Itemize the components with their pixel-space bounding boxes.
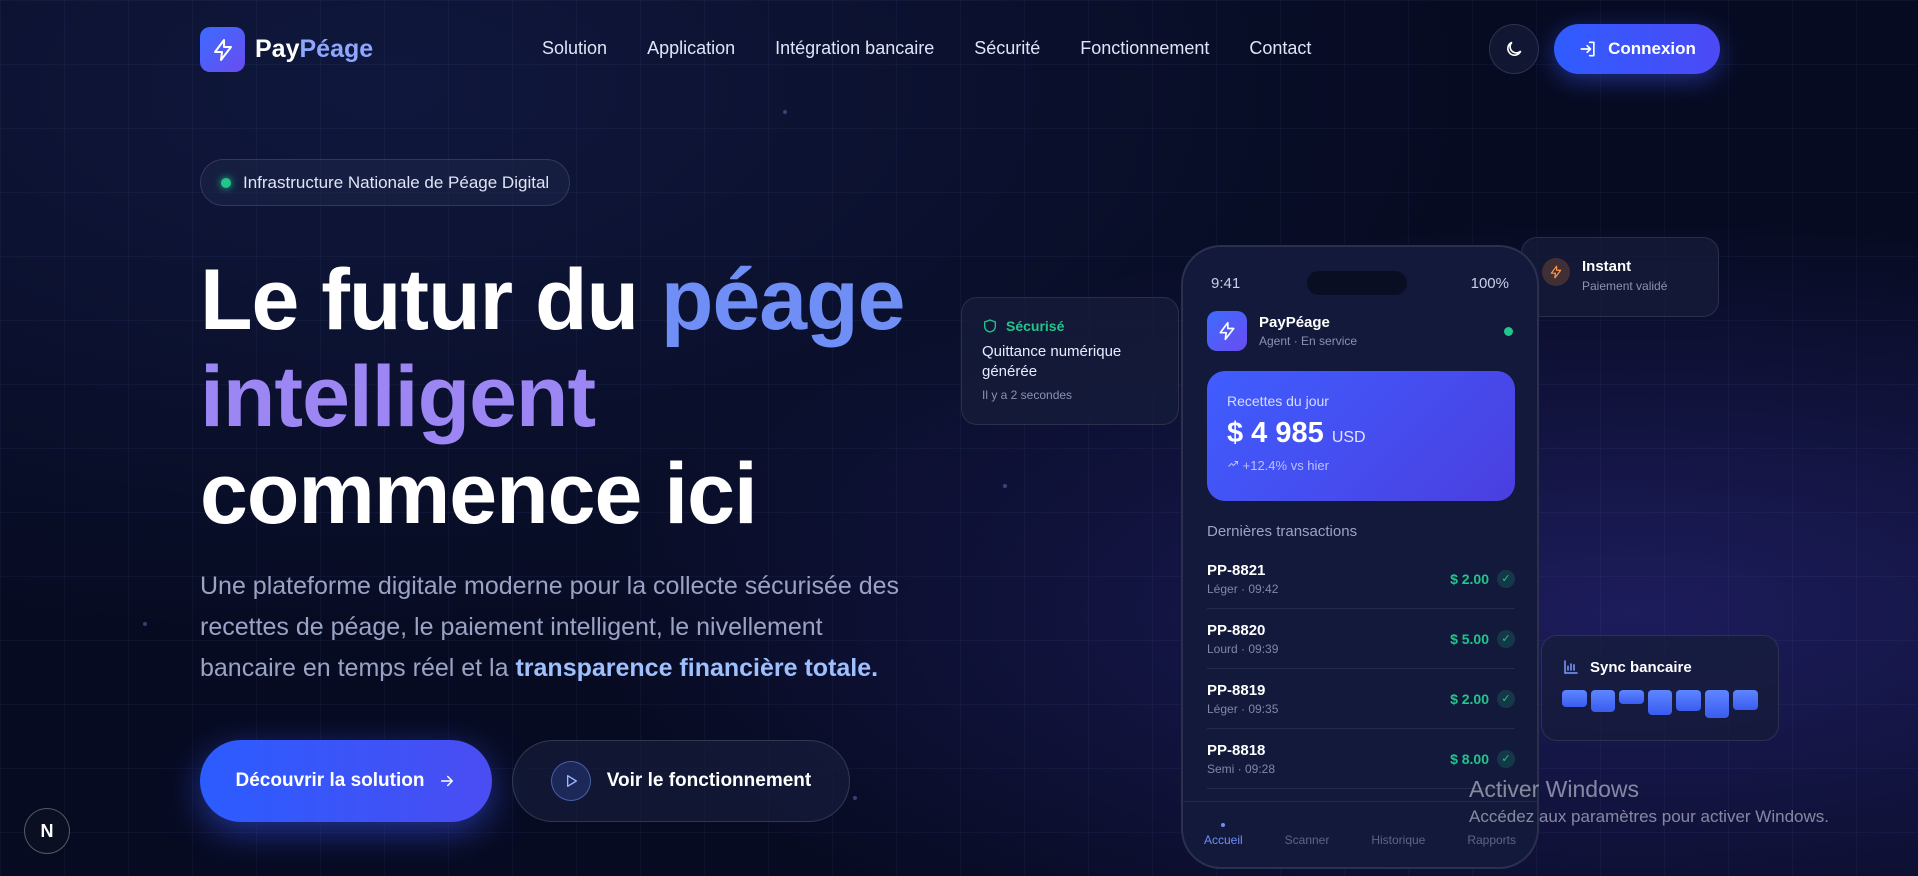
login-button[interactable]: Connexion bbox=[1554, 24, 1720, 74]
secure-card-message: Quittance numérique générée bbox=[982, 343, 1122, 380]
bolt-icon bbox=[1207, 311, 1247, 351]
sync-card-title: Sync bancaire bbox=[1590, 658, 1692, 676]
lightning-icon bbox=[1542, 258, 1570, 286]
app-header: PayPéage Agent · En service bbox=[1207, 311, 1513, 351]
check-icon: ✓ bbox=[1497, 749, 1515, 768]
windows-activation-title: Activer Windows bbox=[1469, 776, 1639, 802]
instant-card-title: Instant bbox=[1582, 258, 1632, 275]
transaction-amount: $ 8.00 bbox=[1450, 750, 1489, 767]
check-icon: ✓ bbox=[1497, 569, 1515, 588]
tab-rapports[interactable]: Rapports bbox=[1467, 833, 1516, 847]
revenue-label: Recettes du jour bbox=[1227, 393, 1329, 409]
hero-highlight: transparence financière totale. bbox=[515, 654, 879, 682]
revenue-amount: $ 4 985 USD bbox=[1227, 417, 1366, 449]
tab-historique[interactable]: Historique bbox=[1371, 833, 1425, 847]
nav-link-solution[interactable]: Solution bbox=[542, 38, 607, 59]
transaction-id: PP-8819 bbox=[1207, 681, 1266, 699]
transaction-meta: Léger · 09:35 bbox=[1207, 701, 1279, 716]
revenue-trend: +12.4% vs hier bbox=[1227, 458, 1495, 473]
tab-accueil[interactable]: Accueil bbox=[1204, 822, 1243, 847]
online-indicator bbox=[1504, 327, 1513, 336]
transaction-id: PP-8821 bbox=[1207, 561, 1266, 579]
discover-solution-button[interactable]: Découvrir la solution bbox=[200, 740, 492, 822]
brand-name: PayPéage bbox=[255, 35, 374, 63]
transaction-row[interactable]: PP-8819 Léger · 09:35 $ 2.00 ✓ bbox=[1207, 669, 1515, 729]
app-name: PayPéage bbox=[1259, 314, 1330, 331]
transaction-meta: Léger · 09:42 bbox=[1207, 581, 1279, 596]
play-icon bbox=[550, 761, 591, 801]
transaction-amount: $ 2.00 bbox=[1450, 690, 1489, 707]
transaction-meta: Lourd · 09:39 bbox=[1207, 641, 1279, 656]
particle bbox=[1003, 484, 1007, 488]
hero-badge: Infrastructure Nationale de Péage Digita… bbox=[200, 159, 571, 206]
moon-icon bbox=[1507, 41, 1522, 56]
arrow-right-icon bbox=[441, 775, 454, 787]
tab-scanner[interactable]: Scanner bbox=[1285, 833, 1330, 847]
sync-bar bbox=[1733, 690, 1759, 710]
windows-activation-subtitle: Accédez aux paramètres pour activer Wind… bbox=[1469, 807, 1829, 826]
hero-headline: Le futur du péage intelligent commence i… bbox=[200, 252, 905, 542]
brand-logo[interactable]: PayPéage bbox=[200, 27, 373, 72]
transactions-title: Dernières transactions bbox=[1207, 523, 1358, 540]
sync-bar bbox=[1704, 690, 1730, 718]
shield-icon bbox=[984, 319, 996, 333]
sync-bar bbox=[1562, 690, 1587, 707]
check-icon: ✓ bbox=[1497, 629, 1515, 648]
particle bbox=[853, 796, 857, 800]
transaction-meta: Semi · 09:28 bbox=[1207, 761, 1276, 776]
transaction-id: PP-8818 bbox=[1207, 741, 1266, 759]
particle bbox=[143, 622, 147, 626]
instant-card-subtitle: Paiement validé bbox=[1582, 279, 1668, 293]
sync-bar bbox=[1619, 690, 1644, 704]
check-icon: ✓ bbox=[1497, 689, 1515, 708]
particle bbox=[783, 110, 787, 114]
transaction-amount: $ 5.00 bbox=[1450, 630, 1489, 647]
cta-secondary-label: Voir le fonctionnement bbox=[606, 770, 812, 791]
nav-link-securite[interactable]: Sécurité bbox=[974, 38, 1040, 59]
sync-bars bbox=[1562, 690, 1759, 718]
windows-activation-watermark: Activer Windows Accédez aux paramètres p… bbox=[1469, 776, 1829, 827]
instant-payment-card: Instant Paiement validé bbox=[1521, 237, 1719, 317]
nav-link-contact[interactable]: Contact bbox=[1249, 38, 1311, 59]
sync-bar bbox=[1590, 690, 1616, 712]
login-label: Connexion bbox=[1608, 39, 1696, 58]
bar-chart-icon bbox=[1564, 660, 1578, 674]
secure-card-title: Sécurisé bbox=[1006, 318, 1065, 334]
dev-indicator-badge[interactable]: N bbox=[24, 808, 70, 854]
theme-toggle-button[interactable] bbox=[1489, 24, 1539, 74]
hero-description: Une plateforme digitale moderne pour la … bbox=[200, 572, 899, 682]
transaction-row[interactable]: PP-8821 Léger · 09:42 $ 2.00 ✓ bbox=[1207, 549, 1515, 609]
transactions-list: PP-8821 Léger · 09:42 $ 2.00 ✓ PP-8820 Lour… bbox=[1207, 549, 1515, 789]
nav-link-integration-bancaire[interactable]: Intégration bancaire bbox=[775, 38, 934, 59]
phone-battery: 100% bbox=[1470, 275, 1509, 292]
status-dot bbox=[221, 177, 231, 188]
bank-sync-card: Sync bancaire bbox=[1541, 635, 1779, 741]
site-header: PayPéage Solution Application Intégratio… bbox=[0, 0, 1918, 98]
phone-status-bar: 9:41 100% bbox=[1211, 275, 1509, 292]
hero-badge-text: Infrastructure Nationale de Péage Digita… bbox=[243, 172, 550, 192]
app-subtitle: Agent · En service bbox=[1259, 334, 1358, 348]
trend-up-icon bbox=[1228, 461, 1238, 467]
transaction-id: PP-8820 bbox=[1207, 621, 1266, 639]
nav-link-application[interactable]: Application bbox=[647, 38, 735, 59]
bolt-icon bbox=[200, 27, 245, 72]
secure-receipt-card: Sécurisé Quittance numérique générée Il … bbox=[961, 297, 1179, 425]
transaction-amount: $ 2.00 bbox=[1450, 570, 1489, 587]
phone-time: 9:41 bbox=[1211, 275, 1241, 292]
sync-bar bbox=[1647, 690, 1673, 715]
sync-bar bbox=[1676, 690, 1701, 711]
nav-link-fonctionnement[interactable]: Fonctionnement bbox=[1080, 38, 1209, 59]
transaction-row[interactable]: PP-8820 Lourd · 09:39 $ 5.00 ✓ bbox=[1207, 609, 1515, 669]
login-icon bbox=[1580, 41, 1595, 57]
main-nav: Solution Application Intégration bancair… bbox=[542, 38, 1311, 59]
cta-primary-label: Découvrir la solution bbox=[235, 770, 425, 791]
revenue-card: Recettes du jour $ 4 985 USD +12.4% vs h… bbox=[1207, 371, 1515, 501]
watch-how-it-works-button[interactable]: Voir le fonctionnement bbox=[512, 740, 850, 822]
secure-card-time: Il y a 2 secondes bbox=[982, 388, 1073, 402]
